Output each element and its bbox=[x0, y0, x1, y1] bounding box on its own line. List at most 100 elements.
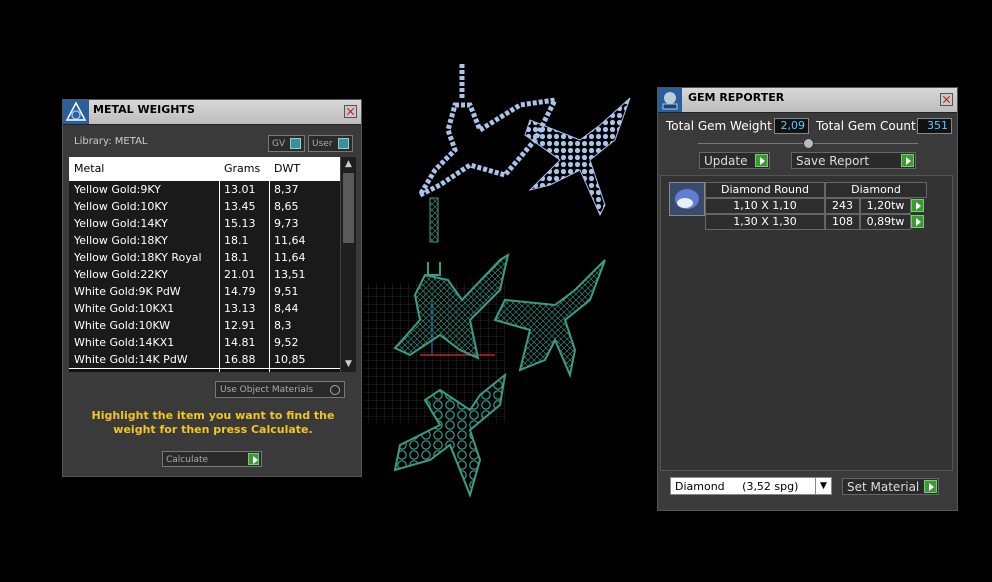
grams-cell: 14.79 bbox=[224, 285, 256, 298]
gem-thumbnail-icon[interactable] bbox=[669, 182, 705, 216]
metal-name-cell: Yellow Gold:18KY Royal bbox=[74, 251, 202, 264]
play-icon bbox=[248, 453, 259, 465]
col-metal[interactable]: Metal bbox=[74, 162, 104, 175]
metal-name-cell: Yellow Gold:14KY bbox=[74, 217, 168, 230]
metal-name-cell: White Gold:14K PdW bbox=[74, 353, 188, 366]
grams-cell: 16.88 bbox=[224, 353, 256, 366]
total-gem-weight-label: Total Gem Weight bbox=[666, 119, 772, 133]
metal-table-header: Metal Grams DWT bbox=[69, 157, 341, 181]
grams-cell: 13.01 bbox=[224, 183, 256, 196]
calculate-button[interactable]: Calculate bbox=[162, 451, 262, 467]
table-row[interactable]: Yellow Gold:18KY 18.1 11,64 bbox=[69, 232, 341, 250]
gem-reporter-logo-icon bbox=[658, 88, 682, 112]
gem-weight-cell: 0,89tw bbox=[860, 214, 911, 230]
scroll-up-icon[interactable]: ▲ bbox=[344, 160, 353, 169]
gv-toggle[interactable]: GV bbox=[268, 135, 305, 152]
gv-toggle-icon bbox=[290, 138, 301, 149]
dwt-cell: 10,85 bbox=[274, 353, 306, 366]
gem-list-area: Diamond Round Diamond 1,10 X 1,10 243 1,20… bbox=[660, 175, 953, 471]
col-dwt[interactable]: DWT bbox=[274, 162, 300, 175]
metal-weights-title: METAL WEIGHTS bbox=[93, 103, 195, 116]
library-label: Library: METAL bbox=[74, 136, 148, 147]
gem-size-cell: 1,10 X 1,10 bbox=[705, 198, 825, 214]
table-row[interactable]: White Gold:10KW 12.91 8,3 bbox=[69, 317, 341, 335]
metal-weights-titlebar[interactable]: METAL WEIGHTS bbox=[63, 100, 361, 125]
table-row[interactable]: White Gold:14KX1 14.81 9,52 bbox=[69, 334, 341, 352]
play-icon[interactable] bbox=[911, 215, 924, 228]
total-gem-weight-field: 2,09 bbox=[774, 118, 809, 134]
metal-weights-panel: METAL WEIGHTS Library: METAL GV User Met… bbox=[62, 99, 362, 477]
update-label: Update bbox=[704, 154, 748, 168]
metal-name-cell: Yellow Gold:10KY bbox=[74, 200, 168, 213]
dwt-cell: 8,65 bbox=[274, 200, 299, 213]
scroll-down-icon[interactable]: ▼ bbox=[344, 360, 353, 369]
grams-cell: 18.1 bbox=[224, 234, 249, 247]
dwt-cell: 9,51 bbox=[274, 285, 299, 298]
metal-name-cell: White Gold:10KW bbox=[74, 319, 171, 332]
metal-name-cell: White Gold:14KX1 bbox=[74, 336, 175, 349]
dwt-cell: 9,73 bbox=[274, 217, 299, 230]
user-toggle-icon bbox=[338, 138, 349, 149]
play-icon bbox=[755, 154, 768, 167]
slider-handle[interactable] bbox=[803, 138, 814, 149]
dwt-cell: 9,52 bbox=[274, 336, 299, 349]
metal-name-cell: Yellow Gold:22KY bbox=[74, 268, 168, 281]
material-select-value: Diamond (3,52 spg) bbox=[675, 480, 799, 493]
total-gem-count-label: Total Gem Count bbox=[816, 119, 916, 133]
gem-reporter-titlebar[interactable]: GEM REPORTER bbox=[658, 88, 957, 113]
scroll-thumb[interactable] bbox=[343, 173, 354, 243]
calculate-label: Calculate bbox=[166, 455, 209, 465]
metal-table-scrollbar[interactable]: ▲ ▼ bbox=[340, 157, 356, 372]
material-select[interactable]: Diamond (3,52 spg) ▼ bbox=[670, 477, 832, 495]
table-row[interactable]: White Gold:10KX1 13.13 8,44 bbox=[69, 300, 341, 318]
grams-cell: 13.45 bbox=[224, 200, 256, 213]
grams-cell: 12.91 bbox=[224, 319, 256, 332]
chevron-down-icon[interactable]: ▼ bbox=[815, 478, 831, 494]
table-row[interactable]: Yellow Gold:10KY 13.45 8,65 bbox=[69, 198, 341, 216]
save-report-button[interactable]: Save Report bbox=[791, 152, 916, 169]
table-row[interactable]: Yellow Gold:22KY 21.01 13,51 bbox=[69, 266, 341, 284]
grams-cell: 21.01 bbox=[224, 268, 256, 281]
metal-name-cell: Yellow Gold:18KY bbox=[74, 234, 168, 247]
set-material-button[interactable]: Set Material bbox=[842, 478, 939, 495]
col-grams[interactable]: Grams bbox=[224, 162, 260, 175]
grams-cell: 15.13 bbox=[224, 217, 256, 230]
total-gem-count-field: 351 bbox=[917, 118, 952, 134]
table-row[interactable]: White Gold:9K PdW 14.79 9,51 bbox=[69, 283, 341, 301]
instruction-text: Highlight the item you want to find the … bbox=[91, 409, 335, 436]
use-object-materials-checkbox[interactable]: Use Object Materials bbox=[215, 381, 345, 398]
metal-name-cell: White Gold:10KX1 bbox=[74, 302, 175, 315]
play-icon[interactable] bbox=[911, 199, 924, 212]
table-row[interactable]: Yellow Gold:18KY Royal 18.1 11,64 bbox=[69, 249, 341, 267]
grams-cell: 13.13 bbox=[224, 302, 256, 315]
metal-name-cell: White Gold:9K PdW bbox=[74, 285, 181, 298]
gem-material-header: Diamond bbox=[825, 182, 927, 198]
save-report-label: Save Report bbox=[796, 154, 870, 168]
gem-type-header: Diamond Round bbox=[705, 182, 825, 198]
table-row[interactable]: Yellow Gold:14KY 15.13 9,73 bbox=[69, 215, 341, 233]
gem-reporter-panel: GEM REPORTER Total Gem Weight 2,09 Total… bbox=[657, 87, 958, 511]
table-row[interactable]: Yellow Gold:9KY 13.01 8,37 bbox=[69, 181, 341, 199]
user-toggle[interactable]: User bbox=[308, 135, 353, 152]
gem-paved-cross bbox=[524, 97, 631, 217]
gem-count-cell: 243 bbox=[825, 198, 860, 214]
grams-cell: 14.81 bbox=[224, 336, 256, 349]
user-label: User bbox=[312, 139, 333, 149]
table-row[interactable]: White Gold:14K PdW 16.88 10,85 bbox=[69, 351, 341, 369]
mesh-cross bbox=[493, 259, 606, 379]
close-icon[interactable] bbox=[940, 93, 953, 106]
gem-pendant-outline bbox=[413, 64, 560, 243]
metal-name-cell: Yellow Gold:9KY bbox=[74, 183, 161, 196]
play-icon bbox=[901, 154, 914, 167]
gem-count-cell: 108 bbox=[825, 214, 860, 230]
dwt-cell: 11,64 bbox=[274, 251, 306, 264]
use-object-materials-label: Use Object Materials bbox=[220, 385, 314, 395]
close-icon[interactable] bbox=[344, 105, 357, 118]
dwt-cell: 13,51 bbox=[274, 268, 306, 281]
dwt-cell: 8,37 bbox=[274, 183, 299, 196]
update-button[interactable]: Update bbox=[699, 152, 770, 169]
radio-icon bbox=[330, 385, 340, 395]
play-icon bbox=[924, 480, 937, 493]
dwt-cell: 8,3 bbox=[274, 319, 292, 332]
dwt-cell: 11,64 bbox=[274, 234, 306, 247]
